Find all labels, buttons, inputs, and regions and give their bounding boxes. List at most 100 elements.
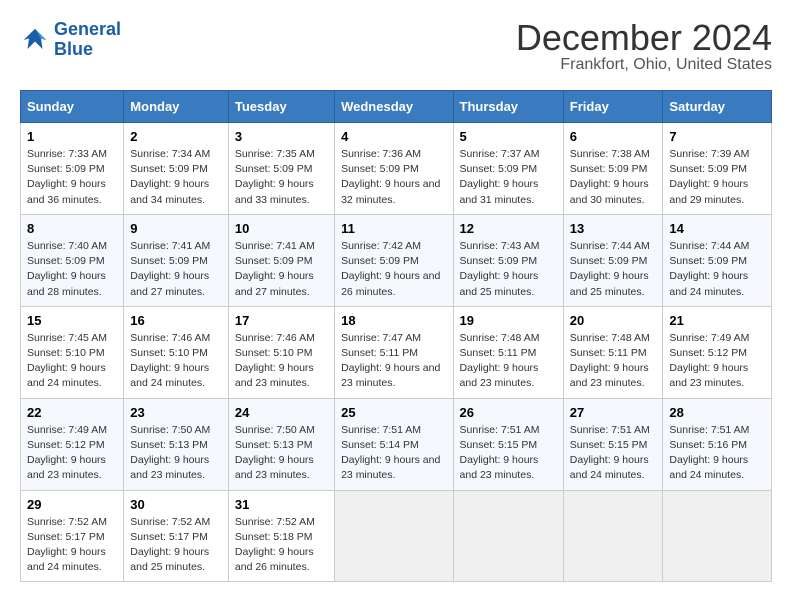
logo: General Blue <box>20 20 121 60</box>
table-row: 25 Sunrise: 7:51 AMSunset: 5:14 PMDaylig… <box>335 398 453 490</box>
col-friday: Friday <box>563 91 663 123</box>
calendar-table: Sunday Monday Tuesday Wednesday Thursday… <box>20 90 772 582</box>
table-row: 24 Sunrise: 7:50 AMSunset: 5:13 PMDaylig… <box>228 398 334 490</box>
day-info: Sunrise: 7:51 AMSunset: 5:16 PMDaylight:… <box>669 424 749 482</box>
day-number: 11 <box>341 221 446 236</box>
day-number: 25 <box>341 405 446 420</box>
table-row: 12 Sunrise: 7:43 AMSunset: 5:09 PMDaylig… <box>453 214 563 306</box>
calendar-week-row: 22 Sunrise: 7:49 AMSunset: 5:12 PMDaylig… <box>21 398 772 490</box>
table-row: 11 Sunrise: 7:42 AMSunset: 5:09 PMDaylig… <box>335 214 453 306</box>
day-info: Sunrise: 7:34 AMSunset: 5:09 PMDaylight:… <box>130 148 210 206</box>
day-number: 19 <box>460 313 557 328</box>
day-info: Sunrise: 7:46 AMSunset: 5:10 PMDaylight:… <box>235 332 315 390</box>
day-number: 17 <box>235 313 328 328</box>
location-title: Frankfort, Ohio, United States <box>516 56 772 74</box>
day-number: 1 <box>27 129 117 144</box>
day-info: Sunrise: 7:48 AMSunset: 5:11 PMDaylight:… <box>460 332 540 390</box>
day-info: Sunrise: 7:52 AMSunset: 5:17 PMDaylight:… <box>27 516 107 574</box>
day-number: 4 <box>341 129 446 144</box>
table-row <box>453 490 563 582</box>
day-number: 31 <box>235 497 328 512</box>
day-info: Sunrise: 7:47 AMSunset: 5:11 PMDaylight:… <box>341 332 440 390</box>
day-info: Sunrise: 7:41 AMSunset: 5:09 PMDaylight:… <box>130 240 210 298</box>
col-sunday: Sunday <box>21 91 124 123</box>
table-row: 5 Sunrise: 7:37 AMSunset: 5:09 PMDayligh… <box>453 123 563 215</box>
calendar-header-row: Sunday Monday Tuesday Wednesday Thursday… <box>21 91 772 123</box>
table-row: 21 Sunrise: 7:49 AMSunset: 5:12 PMDaylig… <box>663 306 772 398</box>
day-number: 7 <box>669 129 765 144</box>
table-row: 17 Sunrise: 7:46 AMSunset: 5:10 PMDaylig… <box>228 306 334 398</box>
day-number: 8 <box>27 221 117 236</box>
day-number: 26 <box>460 405 557 420</box>
day-number: 12 <box>460 221 557 236</box>
day-info: Sunrise: 7:42 AMSunset: 5:09 PMDaylight:… <box>341 240 440 298</box>
day-info: Sunrise: 7:38 AMSunset: 5:09 PMDaylight:… <box>570 148 650 206</box>
day-number: 14 <box>669 221 765 236</box>
day-info: Sunrise: 7:51 AMSunset: 5:15 PMDaylight:… <box>460 424 540 482</box>
table-row: 16 Sunrise: 7:46 AMSunset: 5:10 PMDaylig… <box>124 306 229 398</box>
table-row <box>335 490 453 582</box>
day-number: 2 <box>130 129 222 144</box>
table-row: 7 Sunrise: 7:39 AMSunset: 5:09 PMDayligh… <box>663 123 772 215</box>
table-row: 28 Sunrise: 7:51 AMSunset: 5:16 PMDaylig… <box>663 398 772 490</box>
table-row: 2 Sunrise: 7:34 AMSunset: 5:09 PMDayligh… <box>124 123 229 215</box>
day-info: Sunrise: 7:44 AMSunset: 5:09 PMDaylight:… <box>570 240 650 298</box>
day-number: 29 <box>27 497 117 512</box>
day-number: 13 <box>570 221 657 236</box>
day-number: 22 <box>27 405 117 420</box>
table-row: 18 Sunrise: 7:47 AMSunset: 5:11 PMDaylig… <box>335 306 453 398</box>
table-row: 8 Sunrise: 7:40 AMSunset: 5:09 PMDayligh… <box>21 214 124 306</box>
table-row: 9 Sunrise: 7:41 AMSunset: 5:09 PMDayligh… <box>124 214 229 306</box>
table-row: 13 Sunrise: 7:44 AMSunset: 5:09 PMDaylig… <box>563 214 663 306</box>
day-number: 28 <box>669 405 765 420</box>
day-info: Sunrise: 7:33 AMSunset: 5:09 PMDaylight:… <box>27 148 107 206</box>
col-monday: Monday <box>124 91 229 123</box>
day-number: 27 <box>570 405 657 420</box>
col-saturday: Saturday <box>663 91 772 123</box>
day-number: 10 <box>235 221 328 236</box>
month-title: December 2024 <box>516 20 772 56</box>
day-number: 24 <box>235 405 328 420</box>
day-info: Sunrise: 7:41 AMSunset: 5:09 PMDaylight:… <box>235 240 315 298</box>
day-number: 23 <box>130 405 222 420</box>
table-row: 6 Sunrise: 7:38 AMSunset: 5:09 PMDayligh… <box>563 123 663 215</box>
day-info: Sunrise: 7:51 AMSunset: 5:14 PMDaylight:… <box>341 424 440 482</box>
col-thursday: Thursday <box>453 91 563 123</box>
table-row: 1 Sunrise: 7:33 AMSunset: 5:09 PMDayligh… <box>21 123 124 215</box>
day-info: Sunrise: 7:45 AMSunset: 5:10 PMDaylight:… <box>27 332 107 390</box>
day-info: Sunrise: 7:50 AMSunset: 5:13 PMDaylight:… <box>235 424 315 482</box>
calendar-week-row: 15 Sunrise: 7:45 AMSunset: 5:10 PMDaylig… <box>21 306 772 398</box>
day-info: Sunrise: 7:43 AMSunset: 5:09 PMDaylight:… <box>460 240 540 298</box>
day-number: 30 <box>130 497 222 512</box>
col-wednesday: Wednesday <box>335 91 453 123</box>
title-area: December 2024 Frankfort, Ohio, United St… <box>516 20 772 74</box>
day-info: Sunrise: 7:46 AMSunset: 5:10 PMDaylight:… <box>130 332 210 390</box>
day-info: Sunrise: 7:37 AMSunset: 5:09 PMDaylight:… <box>460 148 540 206</box>
day-info: Sunrise: 7:49 AMSunset: 5:12 PMDaylight:… <box>27 424 107 482</box>
day-info: Sunrise: 7:52 AMSunset: 5:18 PMDaylight:… <box>235 516 315 574</box>
logo-icon <box>20 25 50 55</box>
day-number: 9 <box>130 221 222 236</box>
table-row: 15 Sunrise: 7:45 AMSunset: 5:10 PMDaylig… <box>21 306 124 398</box>
table-row: 27 Sunrise: 7:51 AMSunset: 5:15 PMDaylig… <box>563 398 663 490</box>
calendar-week-row: 1 Sunrise: 7:33 AMSunset: 5:09 PMDayligh… <box>21 123 772 215</box>
table-row: 22 Sunrise: 7:49 AMSunset: 5:12 PMDaylig… <box>21 398 124 490</box>
day-number: 3 <box>235 129 328 144</box>
day-info: Sunrise: 7:40 AMSunset: 5:09 PMDaylight:… <box>27 240 107 298</box>
day-info: Sunrise: 7:35 AMSunset: 5:09 PMDaylight:… <box>235 148 315 206</box>
table-row: 14 Sunrise: 7:44 AMSunset: 5:09 PMDaylig… <box>663 214 772 306</box>
day-number: 16 <box>130 313 222 328</box>
day-info: Sunrise: 7:36 AMSunset: 5:09 PMDaylight:… <box>341 148 440 206</box>
day-number: 18 <box>341 313 446 328</box>
table-row: 29 Sunrise: 7:52 AMSunset: 5:17 PMDaylig… <box>21 490 124 582</box>
logo-text: General Blue <box>54 20 121 60</box>
day-info: Sunrise: 7:49 AMSunset: 5:12 PMDaylight:… <box>669 332 749 390</box>
table-row: 30 Sunrise: 7:52 AMSunset: 5:17 PMDaylig… <box>124 490 229 582</box>
table-row: 31 Sunrise: 7:52 AMSunset: 5:18 PMDaylig… <box>228 490 334 582</box>
day-number: 21 <box>669 313 765 328</box>
table-row: 3 Sunrise: 7:35 AMSunset: 5:09 PMDayligh… <box>228 123 334 215</box>
table-row <box>663 490 772 582</box>
table-row: 10 Sunrise: 7:41 AMSunset: 5:09 PMDaylig… <box>228 214 334 306</box>
table-row: 19 Sunrise: 7:48 AMSunset: 5:11 PMDaylig… <box>453 306 563 398</box>
table-row: 4 Sunrise: 7:36 AMSunset: 5:09 PMDayligh… <box>335 123 453 215</box>
